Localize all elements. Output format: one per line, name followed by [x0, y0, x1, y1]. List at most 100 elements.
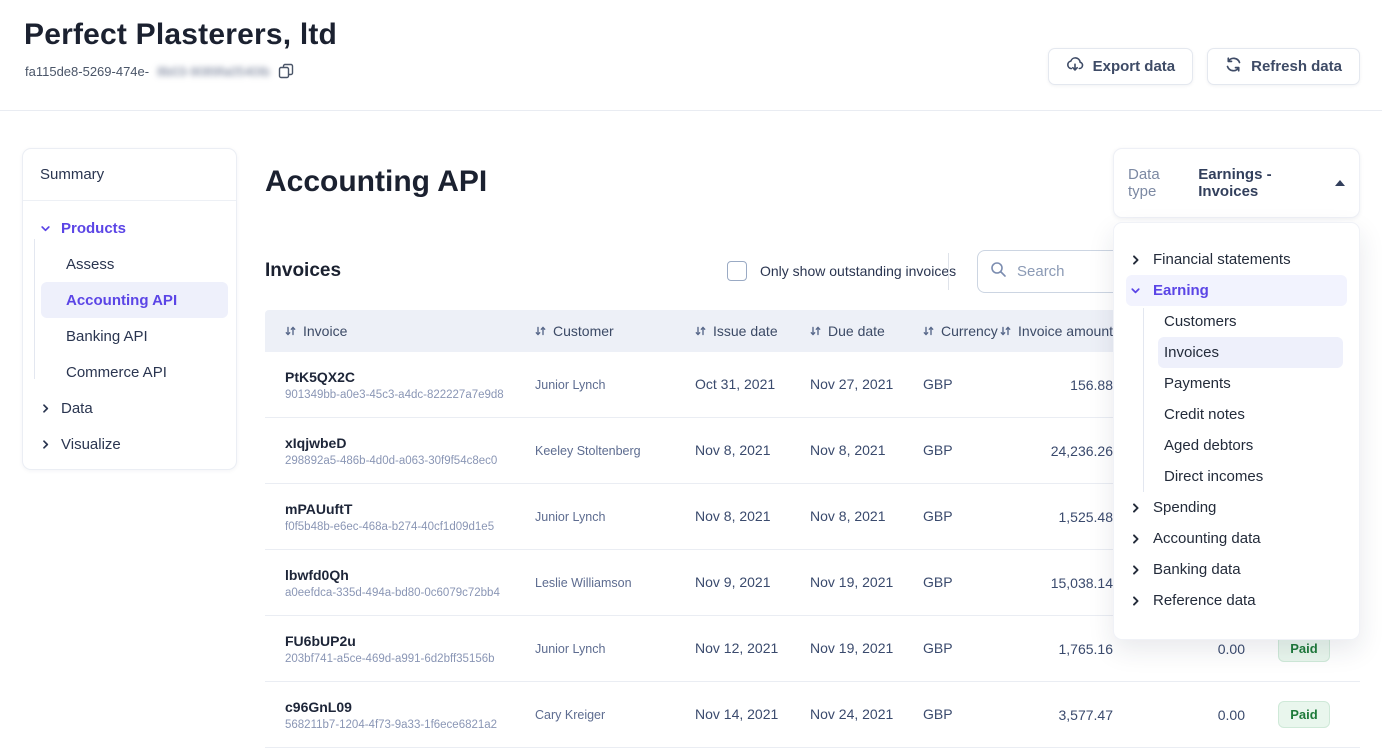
due-date: Nov 19, 2021 — [810, 574, 893, 590]
sidebar-item-label: Products — [61, 220, 126, 237]
currency: GBP — [923, 640, 953, 656]
sidebar-item-visualize[interactable]: Visualize — [23, 426, 236, 462]
copy-icon[interactable] — [278, 63, 294, 79]
table-row[interactable]: c96GnL09568211b7-1204-4f73-9a33-1f6ece68… — [265, 682, 1360, 748]
company-id: fa115de8-5269-474e- 8b03-9089fa0540Ib — [25, 63, 294, 79]
menu-item-accounting-data[interactable]: Accounting data — [1126, 523, 1347, 554]
header-divider — [0, 110, 1382, 111]
company-id-masked: 8b03-9089fa0540Ib — [157, 64, 270, 79]
due-date: Nov 24, 2021 — [810, 706, 893, 722]
column-header-due-date[interactable]: Due date — [795, 323, 908, 339]
refresh-data-label: Refresh data — [1251, 58, 1342, 75]
company-id-prefix: fa115de8-5269-474e- — [25, 64, 149, 79]
controls-separator — [948, 253, 949, 290]
sidebar-item-data[interactable]: Data — [23, 390, 236, 426]
export-icon — [1066, 56, 1084, 77]
sort-icon — [695, 325, 706, 337]
column-header-customer[interactable]: Customer — [520, 323, 680, 339]
invoice-amount: 15,038.14 — [1051, 575, 1113, 591]
column-label: Issue date — [713, 323, 778, 339]
data-type-dropdown-button[interactable]: Data type Earnings - Invoices — [1113, 148, 1360, 218]
sort-icon — [1000, 325, 1011, 337]
menu-item-financial-statements[interactable]: Financial statements — [1126, 244, 1347, 275]
search-icon — [990, 261, 1007, 283]
section-title: Invoices — [265, 260, 341, 282]
customer-name: Junior Lynch — [535, 510, 605, 524]
column-header-issue-date[interactable]: Issue date — [680, 323, 795, 339]
issue-date: Nov 14, 2021 — [695, 706, 778, 722]
column-header-invoice[interactable]: Invoice — [265, 323, 520, 339]
menu-item-direct-incomes[interactable]: Direct incomes — [1158, 461, 1343, 492]
due-date: Nov 8, 2021 — [810, 508, 886, 524]
outstanding-filter[interactable]: Only show outstanding invoices — [727, 261, 956, 281]
refresh-icon — [1225, 56, 1242, 77]
invoice-id: 203bf741-a5ce-469d-a991-6d2bff35156b — [285, 653, 520, 665]
app-frame: Perfect Plasterers, ltd fa115de8-5269-47… — [0, 0, 1382, 756]
invoice-id: a0eefdca-335d-494a-bd80-0c6079c72bb4 — [285, 587, 520, 599]
menu-item-reference-data[interactable]: Reference data — [1126, 585, 1347, 616]
menu-item-payments[interactable]: Payments — [1158, 368, 1343, 399]
chevron-right-icon — [1131, 565, 1140, 575]
menu-item-label: Earning — [1153, 282, 1209, 299]
column-label: Invoice — [303, 323, 347, 339]
sidebar-item-banking-api[interactable]: Banking API — [41, 318, 228, 354]
invoice-id: 298892a5-486b-4d0d-a063-30f9f54c8ec0 — [285, 455, 520, 467]
column-header-invoice-amount[interactable]: Invoice amount — [995, 323, 1120, 339]
invoice-code: c96GnL09 — [285, 699, 520, 715]
due-date: Nov 27, 2021 — [810, 376, 893, 392]
issue-date: Nov 8, 2021 — [695, 508, 771, 524]
invoice-amount: 1,525.48 — [1059, 509, 1114, 525]
sidebar-item-label: Data — [61, 400, 93, 417]
customer-name: Junior Lynch — [535, 642, 605, 656]
sidebar-item-commerce-api[interactable]: Commerce API — [41, 354, 228, 390]
column-label: Currency — [941, 323, 998, 339]
invoice-code: FU6bUP2u — [285, 633, 520, 649]
sidebar-item-summary[interactable]: Summary — [23, 149, 236, 200]
menu-item-label: Accounting data — [1153, 530, 1261, 547]
sort-icon — [923, 325, 934, 337]
data-type-label: Data type — [1128, 166, 1186, 200]
menu-item-invoices[interactable]: Invoices — [1158, 337, 1343, 368]
issue-date: Nov 8, 2021 — [695, 442, 771, 458]
data-type-menu: Financial statements Earning Customers I… — [1113, 222, 1360, 640]
header-actions: Export data Refresh data — [1048, 48, 1360, 85]
menu-item-spending[interactable]: Spending — [1126, 492, 1347, 523]
refresh-data-button[interactable]: Refresh data — [1207, 48, 1360, 85]
menu-item-credit-notes[interactable]: Credit notes — [1158, 399, 1343, 430]
export-data-button[interactable]: Export data — [1048, 48, 1194, 85]
sidebar-tree-line — [34, 239, 35, 379]
caret-up-icon — [1335, 180, 1345, 186]
outstanding-checkbox[interactable] — [727, 261, 747, 281]
menu-item-banking-data[interactable]: Banking data — [1126, 554, 1347, 585]
menu-item-earning[interactable]: Earning — [1126, 275, 1347, 306]
chevron-down-icon — [1131, 286, 1140, 295]
issue-date: Oct 31, 2021 — [695, 376, 775, 392]
sidebar-item-accounting-api[interactable]: Accounting API — [41, 282, 228, 318]
currency: GBP — [923, 508, 953, 524]
issue-date: Nov 12, 2021 — [695, 640, 778, 656]
column-header-currency[interactable]: Currency — [908, 323, 995, 339]
menu-tree-line — [1143, 308, 1144, 492]
customer-name: Junior Lynch — [535, 378, 605, 392]
amount-due: 0.00 — [1218, 707, 1245, 723]
menu-item-customers[interactable]: Customers — [1158, 306, 1343, 337]
column-label: Invoice amount — [1018, 323, 1113, 339]
page-title: Accounting API — [265, 165, 487, 199]
status-badge: Paid — [1278, 701, 1329, 728]
menu-item-aged-debtors[interactable]: Aged debtors — [1158, 430, 1343, 461]
sidebar-item-products[interactable]: Products — [23, 210, 236, 246]
menu-item-label: Financial statements — [1153, 251, 1291, 268]
column-label: Due date — [828, 323, 885, 339]
due-date: Nov 8, 2021 — [810, 442, 886, 458]
sort-icon — [810, 325, 821, 337]
invoice-amount: 3,577.47 — [1059, 707, 1114, 723]
menu-item-label: Spending — [1153, 499, 1216, 516]
customer-name: Keeley Stoltenberg — [535, 444, 641, 458]
sidebar-item-assess[interactable]: Assess — [41, 246, 228, 282]
sidebar: Summary Products Assess Accounting API B… — [22, 148, 237, 470]
chevron-right-icon — [1131, 503, 1140, 513]
sidebar-item-label: Visualize — [61, 436, 121, 453]
export-data-label: Export data — [1093, 58, 1176, 75]
chevron-right-icon — [1131, 596, 1140, 606]
currency: GBP — [923, 574, 953, 590]
